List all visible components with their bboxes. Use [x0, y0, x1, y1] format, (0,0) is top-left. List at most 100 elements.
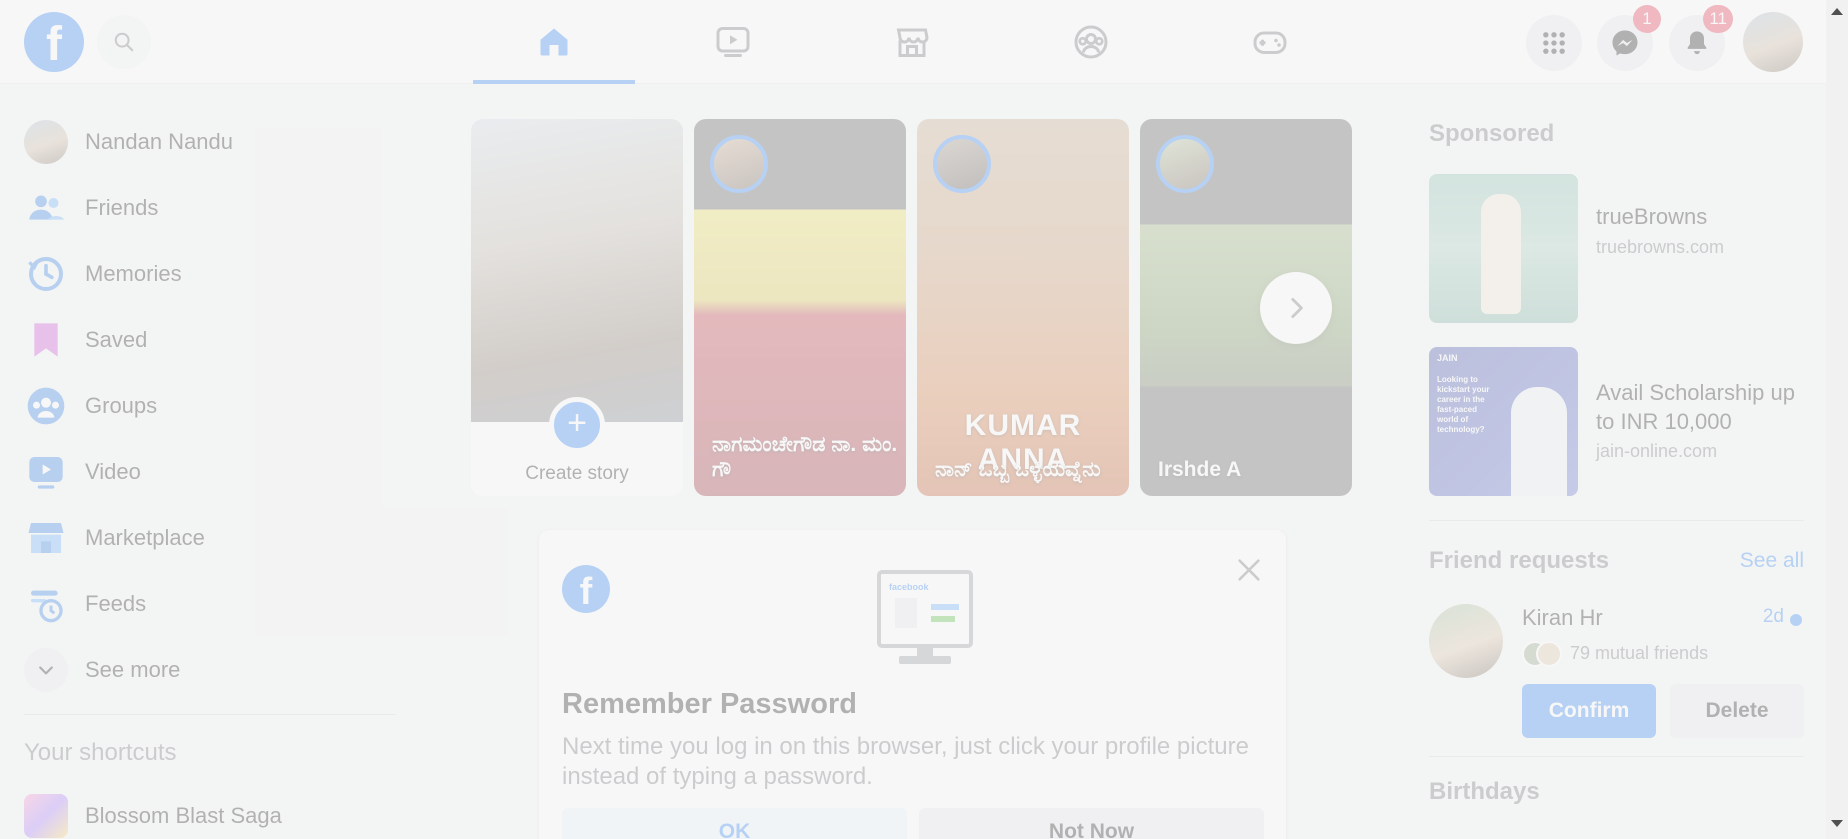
tab-marketplace[interactable] [831, 0, 993, 84]
search-button[interactable] [97, 15, 151, 69]
create-story-label: Create story [525, 463, 629, 484]
home-icon [540, 28, 568, 56]
facebook-logo[interactable]: f [24, 12, 84, 72]
sidebar-item-groups[interactable]: Groups [16, 376, 396, 436]
page-scrollbar[interactable] [1826, 0, 1848, 839]
birthdays-heading: Birthdays [1429, 778, 1540, 805]
saved-icon [24, 318, 68, 362]
scroll-down-arrow[interactable] [1831, 820, 1843, 827]
marketplace-icon [24, 516, 68, 560]
see-all-link[interactable]: See all [1740, 549, 1804, 573]
ad-image-brand: JAIN [1437, 353, 1458, 363]
story-author: ನಾನ್ ಒಬ್ಬ ಒಳ್ಳೆಯವ್ನೆನು [935, 458, 1101, 481]
story-avatar [710, 135, 768, 193]
bell-icon [1687, 31, 1707, 55]
story-card[interactable]: KUMAR ANNA ನಾನ್ ಒಬ್ಬ ಒಳ್ಳೆಯವ್ನೆನು [917, 119, 1129, 496]
sidebar-item-label: Friends [85, 195, 159, 220]
story-avatar [1156, 135, 1214, 193]
create-story-card[interactable]: + Create story [471, 119, 683, 496]
chevron-down-icon [24, 648, 68, 692]
friend-request-actions: Confirm Delete [1522, 684, 1804, 738]
sponsored-heading: Sponsored [1429, 120, 1555, 147]
friends-icon [24, 186, 68, 230]
messenger-button[interactable]: 1 [1597, 5, 1661, 71]
friend-request-name[interactable]: Kiran Hr [1522, 605, 1603, 631]
ad-domain: jain-online.com [1596, 441, 1718, 461]
marketplace-icon [896, 28, 929, 57]
friend-request-avatar[interactable] [1429, 604, 1503, 678]
ok-button[interactable]: OK [562, 808, 907, 839]
sidebar-item-profile[interactable]: Nandan Nandu [16, 112, 396, 172]
delete-button[interactable]: Delete [1670, 684, 1804, 738]
remember-password-description: Next time you log in on this browser, ju… [562, 733, 1249, 790]
search-icon [114, 32, 134, 52]
messenger-icon [1612, 30, 1638, 56]
sidebar-divider [24, 714, 396, 715]
game-icon [24, 794, 68, 838]
sidebar-item-label: Memories [85, 261, 182, 286]
friend-requests-heading: Friend requests [1429, 547, 1610, 574]
sidebar-item-label: Groups [85, 393, 158, 418]
ad-title: Avail Scholarship up to INR 10,000 [1596, 380, 1795, 434]
tab-gaming[interactable] [1189, 0, 1351, 84]
sidebar-item-friends[interactable]: Friends [16, 178, 396, 238]
close-icon [1238, 559, 1260, 581]
profile-avatar [24, 120, 68, 164]
remember-password-title: Remember Password [562, 688, 857, 720]
sidebar-item-saved[interactable]: Saved [16, 310, 396, 370]
sponsored-ad[interactable]: trueBrowns truebrowns.com [1429, 174, 1804, 324]
right-divider [1429, 520, 1804, 521]
tab-home[interactable] [473, 0, 635, 84]
sponsored-ad[interactable]: JAIN Looking to kickstart your career in… [1429, 347, 1804, 497]
notifications-button[interactable]: 11 [1669, 5, 1733, 71]
left-sidebar: Nandan Nandu Friends Memories Saved Grou… [0, 84, 400, 839]
sidebar-item-marketplace[interactable]: Marketplace [16, 508, 396, 568]
groups-icon [1074, 25, 1108, 59]
monitor-illustration: facebook [875, 568, 975, 668]
close-button[interactable] [1231, 552, 1267, 588]
story-avatar [933, 135, 991, 193]
account-avatar-button[interactable] [1743, 12, 1803, 72]
add-story-icon[interactable]: + [549, 397, 605, 453]
unread-dot [1790, 614, 1802, 626]
chevron-right-icon [1291, 297, 1303, 319]
gaming-icon [1253, 31, 1287, 54]
shortcut-item[interactable]: Blossom Blast Saga [16, 786, 396, 839]
memories-icon [24, 252, 68, 296]
friend-request-time: 2d [1762, 606, 1784, 627]
sidebar-item-label: Nandan Nandu [85, 129, 234, 154]
grid-menu-icon [1543, 32, 1565, 54]
feeds-icon [24, 582, 68, 626]
illustration-brand-text: facebook [889, 582, 929, 592]
facebook-logo: f [562, 565, 610, 613]
sidebar-see-more[interactable]: See more [16, 640, 396, 700]
shortcuts-heading: Your shortcuts [24, 739, 177, 766]
ad-image: JAIN Looking to kickstart your career in… [1429, 347, 1578, 496]
mutual-friends-count: 79 mutual friends [1570, 643, 1709, 663]
story-card[interactable]: ನಾಗಮಂಚೇಗೌಡ ನಾ. ಮಂ. ಗೌ [694, 119, 906, 496]
sidebar-item-label: Marketplace [85, 525, 205, 550]
groups-icon [24, 384, 68, 428]
ad-title: trueBrowns [1596, 204, 1708, 229]
ad-image [1429, 174, 1578, 323]
sidebar-item-memories[interactable]: Memories [16, 244, 396, 304]
notifications-badge: 11 [1703, 5, 1733, 33]
sidebar-item-label: Video [85, 459, 141, 484]
tab-groups[interactable] [1010, 0, 1172, 84]
sidebar-item-label: Saved [85, 327, 148, 352]
story-author: ನಾಗಮಂಚೇಗೌಡ ನಾ. ಮಂ. ಗೌ [712, 433, 898, 481]
not-now-button[interactable]: Not Now [919, 808, 1264, 839]
sidebar-item-label: Feeds [85, 591, 147, 616]
top-navigation-bar: f 1 11 [0, 0, 1826, 84]
sidebar-item-feeds[interactable]: Feeds [16, 574, 396, 634]
tab-video[interactable] [652, 0, 814, 84]
menu-button[interactable] [1526, 15, 1582, 71]
stories-next-button[interactable] [1260, 272, 1332, 344]
video-icon [716, 27, 750, 57]
sidebar-item-video[interactable]: Video [16, 442, 396, 502]
video-icon [24, 450, 68, 494]
confirm-button[interactable]: Confirm [1522, 684, 1656, 738]
create-story-photo [471, 119, 683, 422]
remember-password-card: f facebook Remember Password Next time y… [539, 530, 1286, 839]
scroll-up-arrow[interactable] [1831, 8, 1843, 15]
